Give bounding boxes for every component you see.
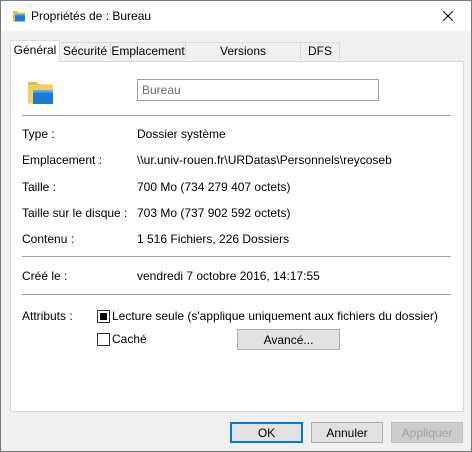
location-value: \\ur.univ-rouen.fr\URDatas\Personnels\re… (137, 153, 392, 167)
separator (22, 256, 451, 257)
advanced-button[interactable]: Avancé... (237, 329, 340, 350)
created-label: Créé le : (22, 269, 68, 283)
separator (22, 115, 451, 116)
ok-button[interactable]: OK (230, 422, 303, 443)
separator (22, 294, 451, 295)
disk-size-label: Taille sur le disque : (22, 206, 128, 220)
contents-value: 1 516 Fichiers, 226 Dossiers (137, 232, 290, 246)
tab-general[interactable]: Général (10, 40, 60, 62)
general-panel: Type : Dossier système Emplacement : \\u… (10, 61, 464, 412)
tab-dfs[interactable]: DFS (300, 42, 340, 60)
window-title: Propriétés de : Bureau (31, 9, 152, 23)
tab-location[interactable]: Emplacement (110, 42, 186, 60)
folder-name-field[interactable] (137, 79, 379, 101)
readonly-checkbox[interactable] (97, 310, 110, 323)
size-value: 700 Mo (734 279 407 octets) (137, 180, 291, 194)
title-bar: Propriétés de : Bureau (1, 1, 471, 31)
folder-icon-large (28, 82, 53, 104)
type-label: Type : (22, 127, 55, 141)
hidden-checkbox[interactable] (97, 333, 110, 346)
readonly-label[interactable]: Lecture seule (s'applique uniquement aux… (112, 309, 438, 323)
contents-label: Contenu : (22, 232, 75, 246)
hidden-label[interactable]: Caché (112, 332, 147, 346)
close-button[interactable] (425, 1, 471, 31)
apply-button[interactable]: Appliquer (391, 422, 463, 443)
size-label: Taille : (22, 180, 57, 194)
close-icon (443, 11, 453, 21)
cancel-button[interactable]: Annuler (311, 422, 383, 443)
properties-window: Propriétés de : Bureau Général Sécurité … (0, 0, 472, 452)
tab-previous-versions[interactable]: Versions précédentes (185, 42, 301, 75)
folder-icon (13, 11, 25, 22)
tab-security[interactable]: Sécurité (59, 42, 111, 60)
type-value: Dossier système (137, 127, 226, 141)
disk-size-value: 703 Mo (737 902 592 octets) (137, 206, 291, 220)
location-label: Emplacement : (22, 153, 103, 167)
created-value: vendredi 7 octobre 2016, 14:17:55 (137, 269, 320, 283)
attributes-label: Attributs : (22, 309, 73, 323)
